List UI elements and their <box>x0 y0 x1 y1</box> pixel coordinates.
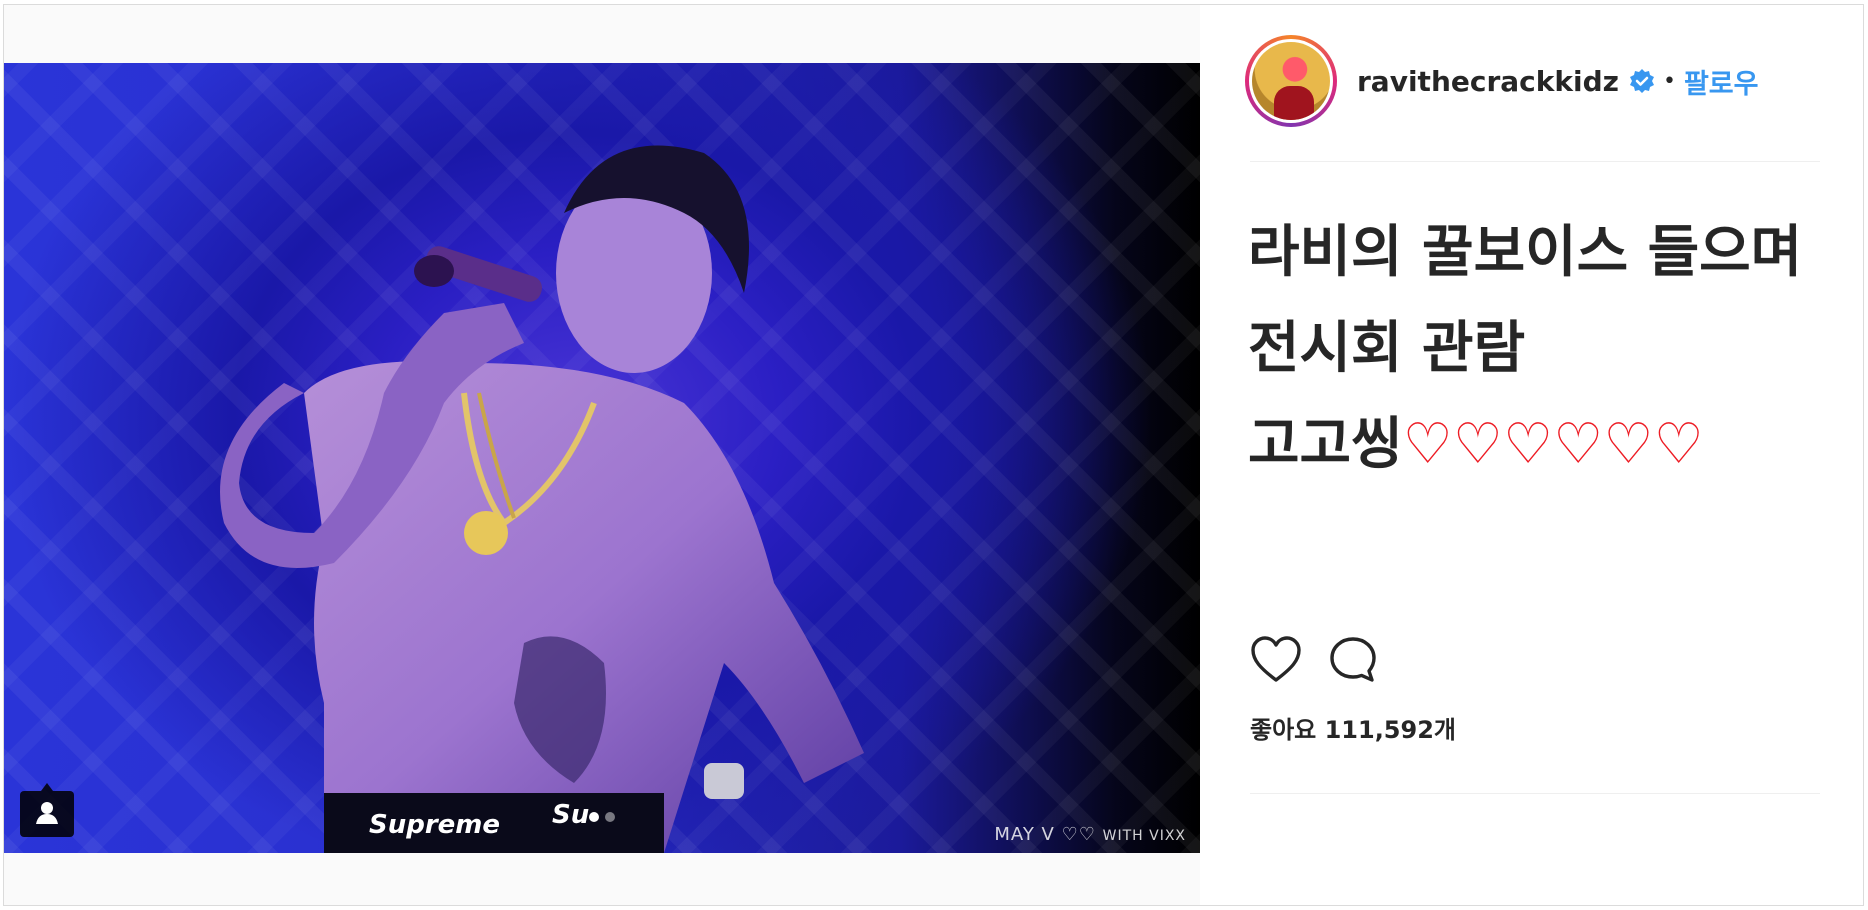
post-header: ravithecrackkidz • 팔로우 <box>1245 35 1758 127</box>
verified-badge-icon <box>1629 68 1655 94</box>
watermark-hearts: ♡♡ <box>1061 824 1096 845</box>
heart-outline-icon <box>1250 636 1302 684</box>
performer-figure: Supreme Su <box>220 145 864 853</box>
like-button[interactable] <box>1250 636 1302 684</box>
carousel-dot-active[interactable] <box>589 812 599 822</box>
watermark-main: MAY V <box>994 824 1055 845</box>
username-link[interactable]: ravithecrackkidz <box>1357 65 1619 98</box>
watermark-suffix: WITH VIXX <box>1102 828 1186 844</box>
post-caption: 라비의 꿀보이스 들으며 전시회 관람 고고씽♡♡♡♡♡♡ <box>1248 205 1838 493</box>
user-tag-icon <box>34 799 60 829</box>
post-sidebar: ravithecrackkidz • 팔로우 라비의 꿀보이스 들으며 전시회 … <box>1200 5 1863 905</box>
svg-text:Supreme: Supreme <box>369 810 500 840</box>
caption-line-with-hearts: 고고씽♡♡♡♡♡♡ <box>1248 397 1838 493</box>
post-actions <box>1250 635 1378 685</box>
caption-hearts: ♡♡♡♡♡♡ <box>1402 412 1704 477</box>
svg-text:Su: Su <box>552 800 589 830</box>
story-ring[interactable] <box>1245 35 1337 127</box>
post-container: Supreme Su MAY V ♡♡ WITH VIXX ravithecra… <box>3 4 1864 906</box>
post-photo[interactable]: Supreme Su MAY V ♡♡ WITH VIXX <box>4 63 1200 853</box>
caption-line: 라비의 꿀보이스 들으며 <box>1248 220 1803 285</box>
post-media: Supreme Su MAY V ♡♡ WITH VIXX <box>4 5 1200 905</box>
photo-watermark: MAY V ♡♡ WITH VIXX <box>994 824 1186 845</box>
follow-button[interactable]: 팔로우 <box>1684 62 1759 101</box>
likes-count[interactable]: 좋아요 111,592개 <box>1250 710 1456 745</box>
comment-button[interactable] <box>1328 635 1378 685</box>
carousel-dot[interactable] <box>605 812 615 822</box>
header-divider <box>1250 161 1820 162</box>
avatar <box>1252 42 1330 120</box>
separator-dot: • <box>1662 68 1676 94</box>
carousel-indicator <box>589 812 615 822</box>
caption-line: 전시회 관람 <box>1248 316 1526 381</box>
comment-bubble-icon <box>1328 635 1378 685</box>
user-tag-button[interactable] <box>20 783 74 837</box>
footer-divider <box>1250 793 1820 794</box>
caption-line: 고고씽 <box>1248 412 1403 477</box>
